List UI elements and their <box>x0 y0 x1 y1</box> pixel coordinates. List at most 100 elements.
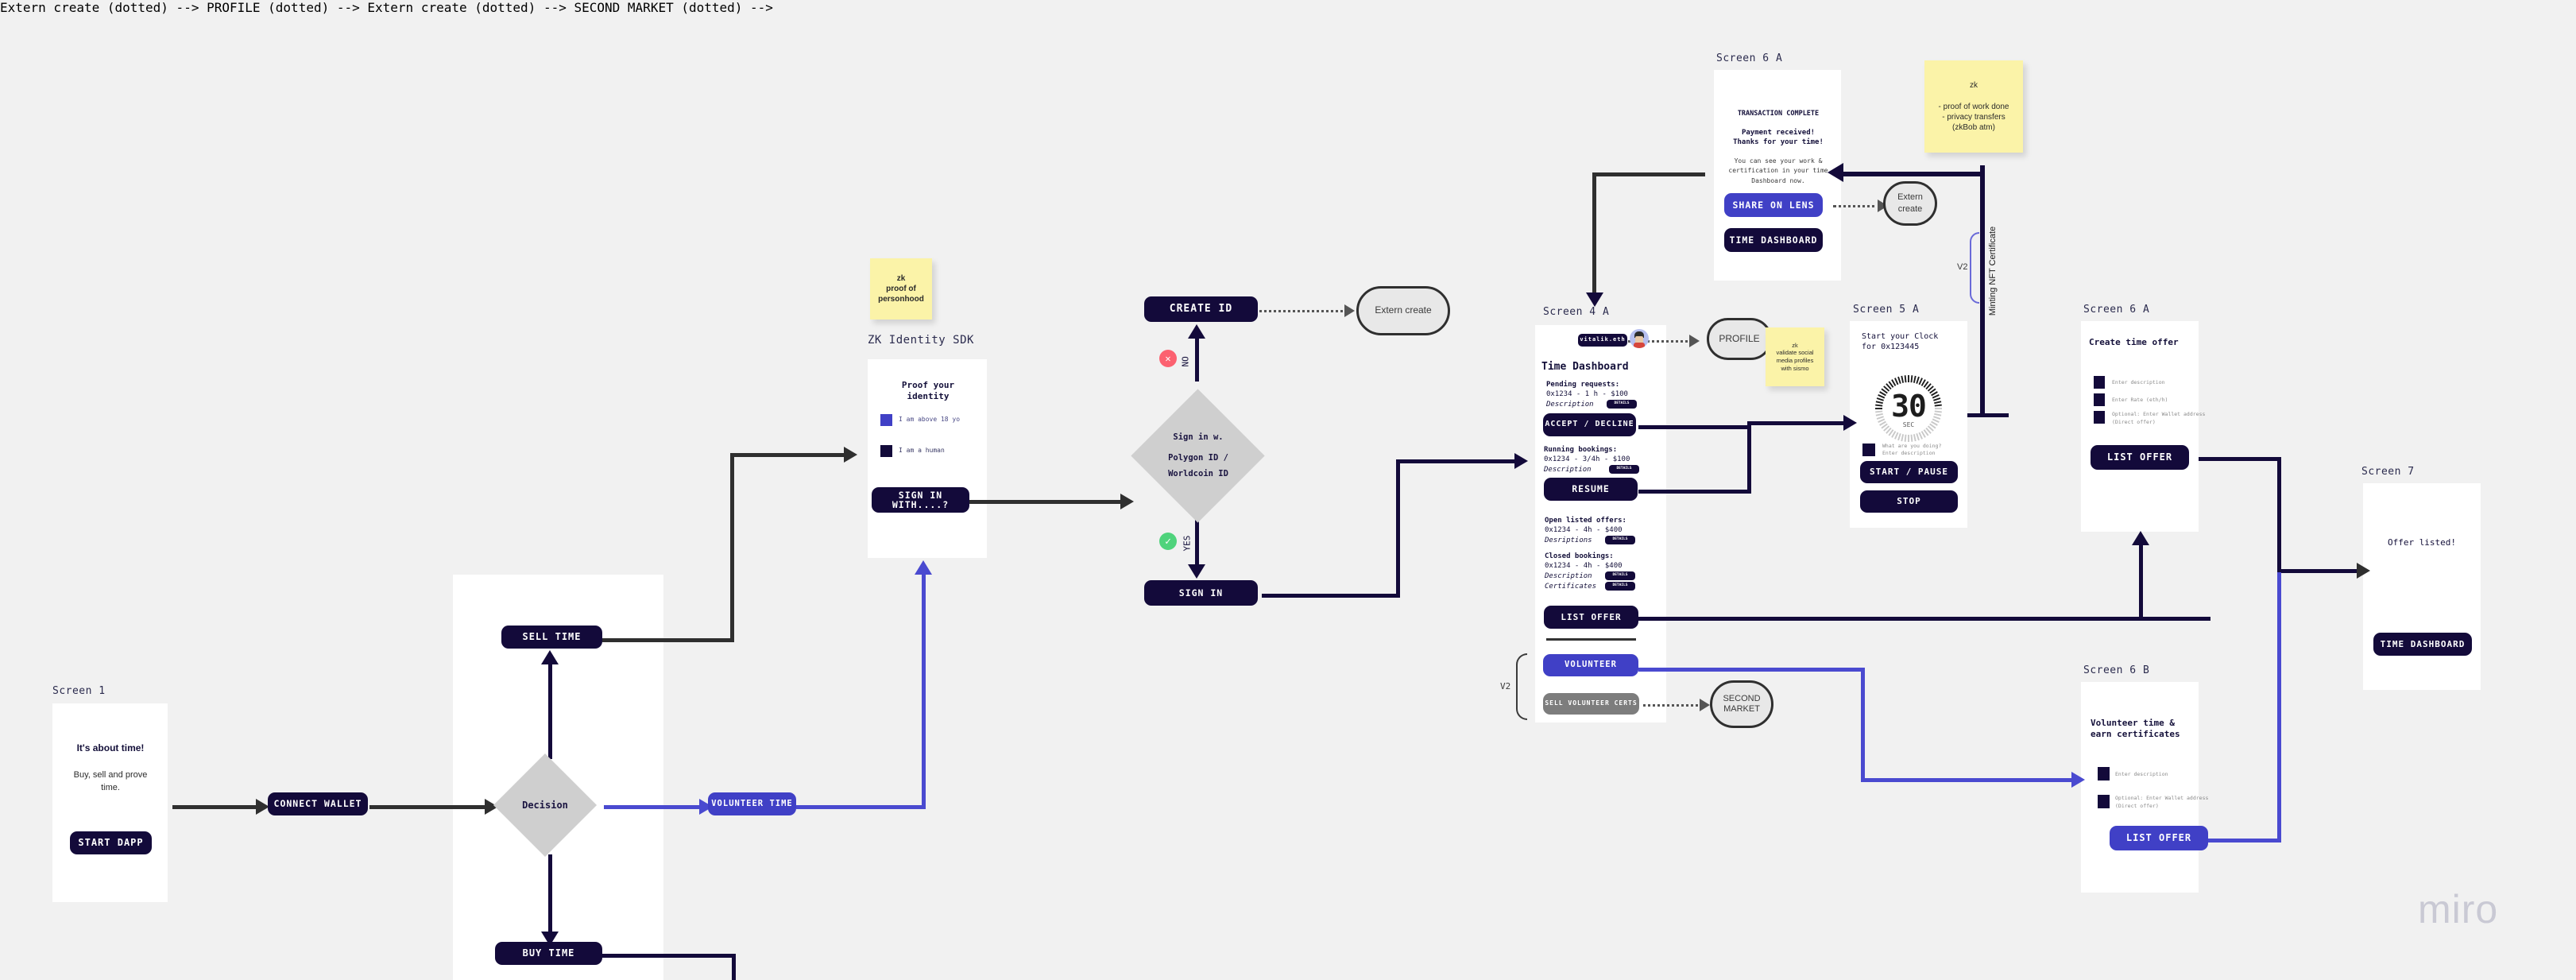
time-dashboard-button-screen7[interactable]: TIME DASHBOARD <box>2373 633 2472 656</box>
stop-button[interactable]: STOP <box>1860 490 1958 513</box>
volunteer-field-checkbox-1[interactable] <box>2098 795 2110 808</box>
connector-accept-down <box>1747 425 1751 493</box>
avatar-icon[interactable] <box>1630 329 1649 348</box>
sticky-line3: personhood <box>878 295 924 304</box>
connector-createid-extern <box>1244 310 1348 312</box>
zk-card-heading: Proof your identity <box>901 380 955 402</box>
yes-label: YES <box>1182 535 1193 552</box>
zk-sdk-title: ZK Identity SDK <box>868 334 974 347</box>
no-badge-icon: ✕ <box>1159 350 1177 367</box>
sticky-line2: - proof of work done <box>1938 103 2009 111</box>
clock-unit: SEC <box>1902 421 1915 428</box>
signin-decision-node[interactable]: Sign in w. Polygon ID / Worldcoin ID <box>1131 389 1265 523</box>
sell-volunteer-certs-button[interactable]: SELL VOLUNTEER CERTS <box>1543 693 1639 715</box>
list-offer-button-6a[interactable]: LIST OFFER <box>2091 445 2189 470</box>
v2-brace-volunteer <box>1516 653 1527 720</box>
miro-watermark: miro <box>2418 887 2499 932</box>
connector-6b-listoffer-right <box>2199 839 2281 842</box>
create-offer-title: Create time offer <box>2089 337 2179 347</box>
connector-buy-right <box>602 954 735 958</box>
offer-field-label-0: Enter description <box>2112 379 2165 385</box>
screen6a-offer-label: Screen 6 A <box>2083 304 2150 316</box>
offer-field-label-1: Enter Rate (eth/h) <box>2112 397 2168 403</box>
zk-personhood-sticky: zk proof of personhood <box>870 258 932 320</box>
list-offer-button-dashboard[interactable]: LIST OFFER <box>1544 606 1638 629</box>
section-heading-0: Pending requests: <box>1546 381 1620 389</box>
list-offer-button-6b[interactable]: LIST OFFER <box>2110 826 2208 850</box>
offer-field-checkbox-1[interactable] <box>2094 393 2105 406</box>
dashboard-divider <box>1546 638 1636 641</box>
section-row-text-3-0: Description <box>1545 572 1592 580</box>
time-dashboard-button-tx[interactable]: TIME DASHBOARD <box>1724 228 1823 252</box>
section-line-1: 0x1234 - 3/4h - $100 <box>1544 455 1630 463</box>
clock-widget[interactable]: 30 SEC <box>1874 374 1943 443</box>
arrow-volunteer-to-6b <box>2071 772 2085 788</box>
extern-create-node-2[interactable]: Extern create <box>1883 181 1937 226</box>
sell-time-button[interactable]: SELL TIME <box>501 626 602 649</box>
connector-decision-to-buy <box>548 854 552 938</box>
sticky-line1: zk <box>896 274 906 283</box>
screen1-panel-bg <box>52 703 168 902</box>
arrow-signin-yes <box>1188 564 1205 579</box>
connector-decision-to-volunteer <box>604 805 707 809</box>
connector-to-screen7 <box>2277 569 2361 573</box>
arrow-to-screen7 <box>2357 563 2370 579</box>
volunteer-field-label-0: Enter description <box>2115 771 2168 777</box>
accept-decline-button[interactable]: ACCEPT / DECLINE <box>1543 413 1636 436</box>
start-dapp-button[interactable]: START DAPP <box>70 831 152 854</box>
offer-field-label-2b: (Direct offer) <box>2112 419 2156 425</box>
section-row-text-0-0: Description <box>1546 401 1594 409</box>
checkbox-icon[interactable] <box>880 414 892 426</box>
miro-board-canvas[interactable]: Extern create (dotted) --> PROFILE (dott… <box>0 0 2576 980</box>
details-button[interactable]: DETAILS <box>1607 400 1637 409</box>
zk-check-row-0[interactable]: I am above 18 yo <box>880 414 984 427</box>
connector-listoffer-right <box>1638 617 2210 621</box>
connector-volunteer-btn-right <box>1638 668 1865 672</box>
second-market-node[interactable]: SECOND MARKET <box>1710 680 1773 728</box>
create-id-button[interactable]: CREATE ID <box>1144 296 1258 322</box>
connector-accept-right <box>1638 425 1751 429</box>
arrow-listoffer-up <box>2132 531 2149 545</box>
wallet-chip[interactable]: vitalik.eth <box>1578 334 1627 347</box>
sticky-line3: media profiles <box>1776 357 1814 364</box>
sign-in-button[interactable]: SIGN IN <box>1144 580 1258 606</box>
screen6a-offer-panel-bg <box>2081 321 2199 532</box>
sticky-line4: with sismo <box>1781 364 1809 372</box>
zk-check-row-1[interactable]: I am a human <box>880 445 984 458</box>
volunteer-button[interactable]: VOLUNTEER <box>1543 654 1638 676</box>
offer-field-checkbox-0[interactable] <box>2094 376 2105 389</box>
checkbox-icon[interactable] <box>880 445 892 457</box>
extern-create-node-1[interactable]: Extern create <box>1356 286 1450 335</box>
decision-node[interactable]: Decision <box>493 753 598 858</box>
section-row-text-2-0: Desriptions <box>1545 536 1592 544</box>
details-button[interactable]: DETAILS <box>1605 582 1635 591</box>
volunteer-time-button[interactable]: VOLUNTEER TIME <box>708 792 796 815</box>
clock-field-line1: What are you doing? <box>1882 443 1942 449</box>
start-pause-button[interactable]: START / PAUSE <box>1860 461 1958 483</box>
connector-volunteer-btn-down <box>1861 668 1865 781</box>
offer-field-checkbox-2[interactable] <box>2094 411 2105 424</box>
volunteer-field-checkbox-0[interactable] <box>2098 767 2110 781</box>
volunteer-field-label-1b: (Direct offer) <box>2115 803 2159 809</box>
arrow-createid-extern <box>1344 304 1355 317</box>
screen6b-panel-bg <box>2081 682 2199 893</box>
profile-node[interactable]: PROFILE <box>1707 318 1772 360</box>
sticky-line2: proof of <box>886 285 916 293</box>
connect-wallet-button[interactable]: CONNECT WALLET <box>268 792 368 815</box>
details-button[interactable]: DETAILS <box>1609 465 1639 474</box>
share-on-lens-button[interactable]: SHARE ON LENS <box>1724 193 1823 217</box>
connector-resume-right <box>1638 490 1751 494</box>
clock-value: 30 <box>1891 389 1927 424</box>
section-row-text-1-0: Description <box>1544 466 1592 474</box>
details-button[interactable]: DETAILS <box>1605 571 1635 580</box>
details-button[interactable]: DETAILS <box>1605 536 1635 544</box>
connector-to-s5a <box>1747 421 1847 425</box>
connector-signin-up <box>1396 459 1400 598</box>
zk-check-label-1: I am a human <box>899 447 945 454</box>
sign-in-with-button[interactable]: SIGN IN WITH....? <box>872 487 969 513</box>
resume-button[interactable]: RESUME <box>1544 478 1638 501</box>
signin-decision-line1: Sign in w. <box>1173 432 1224 443</box>
clock-description-checkbox[interactable] <box>1862 444 1875 456</box>
arrow-certs-market <box>1700 699 1710 711</box>
buy-time-button[interactable]: BUY TIME <box>495 942 602 965</box>
